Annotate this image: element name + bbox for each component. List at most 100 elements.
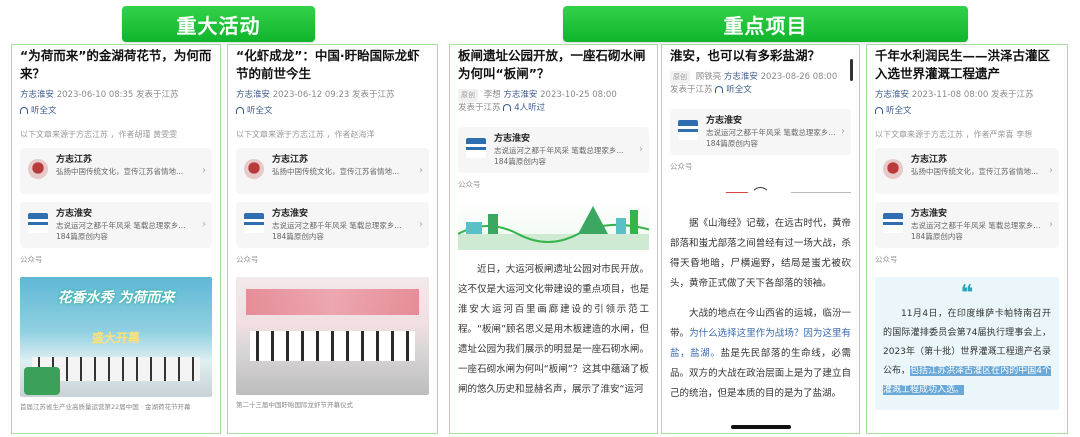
divider-line-left [726, 192, 748, 193]
source-note: 以下文章来源于方志江苏 ，作者胡瑾 黄雯雯 [20, 130, 178, 139]
article-title[interactable]: “为荷而来”的金湖荷花节，为何而来？ [20, 47, 212, 83]
lotus-festival-photo: 花香水秀 为荷而来 盛大开幕 [20, 277, 212, 397]
author-link[interactable]: 方志淮安 [20, 90, 54, 100]
huaian-logo-icon [28, 213, 48, 233]
headphones-icon [875, 107, 883, 114]
account-card-huaian[interactable]: 方志淮安 志说运河之都千年风采 笔载总理家乡... 184篇原创内容 › [875, 202, 1059, 248]
article-body-p1: 据《山海经》记载，在远古时代，黄帝部落和蚩尤部落之间曾经有过一场大战，杀得天昏地… [670, 218, 851, 289]
listen-label: 听全文 [886, 106, 912, 116]
account-card-jiangsu[interactable]: 方志江苏 弘扬中国传统文化，宣传江苏省情地... › [875, 148, 1059, 194]
account-card-huaian[interactable]: 方志淮安 志说运河之都千年风采 笔载总理家乡... 184篇原创内容 › [458, 127, 649, 173]
article-title[interactable]: 千年水利润民生——洪泽古灌区入选世界灌溉工程遗产 [875, 47, 1059, 83]
account-name: 方志淮安 [706, 116, 743, 126]
photo-sign-text: 盛大开幕 [91, 331, 140, 345]
photo-caption: 第二十三届中国盱眙国际龙虾节开幕仪式 [236, 401, 353, 409]
article-meta: 方志淮安 2023-06-12 09:23 发表于江苏 [236, 89, 429, 102]
gzh-label: 公众号 [236, 255, 259, 264]
chevron-right-icon: › [419, 165, 423, 176]
chevron-right-icon: › [419, 219, 423, 230]
account-count: 184篇原创内容 [494, 157, 546, 166]
listen-button[interactable]: 听全文 [715, 85, 752, 95]
account-name: 方志江苏 [272, 155, 309, 165]
headphones-icon [20, 107, 28, 114]
account-card-jiangsu[interactable]: 方志江苏 弘扬中国传统文化，宣传江苏省情地... › [236, 148, 429, 194]
account-desc: 志说运河之都千年风采 笔载总理家乡... [272, 221, 402, 230]
account-name: 方志淮安 [56, 209, 93, 219]
publish-date: 2023-10-25 08:00 [540, 90, 617, 100]
section-divider: ⌒ [670, 178, 851, 208]
author-link[interactable]: 方志淮安 [875, 90, 909, 100]
gzh-label: 公众号 [458, 180, 481, 189]
listen-label: 听全文 [247, 106, 273, 116]
quote-icon: ❝ [960, 281, 974, 306]
crayfish-festival-photo [236, 277, 429, 395]
photo-caption: 首届江苏省生产业高质量运营第22届中国 · 金湖荷花节开幕 [20, 403, 191, 411]
jiangsu-logo-icon [883, 159, 903, 179]
source-note: 以下文章来源于方志江苏 ，作者赵海洋 [236, 130, 375, 139]
author-link[interactable]: 方志淮安 [503, 90, 537, 100]
chevron-right-icon: › [1049, 219, 1053, 230]
account-desc: 志说运河之都千年风采 笔载总理家乡... [56, 221, 186, 230]
article-title[interactable]: “化虾成龙”：中国·盱眙国际龙虾节的前世今生 [236, 47, 429, 83]
account-desc: 弘扬中国传统文化，宣传江苏省情地... [56, 167, 184, 176]
publish-location: 发表于江苏 [670, 85, 713, 95]
account-name: 方志淮安 [272, 209, 309, 219]
author-link[interactable]: 方志淮安 [724, 72, 758, 82]
article-panel-2[interactable]: “化虾成龙”：中国·盱眙国际龙虾节的前世今生 方志淮安 2023-06-12 0… [227, 44, 438, 434]
publish-location: 发表于江苏 [991, 90, 1034, 100]
original-tag: 原创 [670, 71, 690, 84]
listen-button[interactable]: 听全文 [875, 105, 1059, 117]
headphones-icon [236, 107, 244, 114]
listen-button[interactable]: 4人听过 [503, 103, 545, 113]
article-panel-5[interactable]: 千年水利润民生——洪泽古灌区入选世界灌溉工程遗产 方志淮安 2023-11-08… [866, 44, 1068, 434]
account-name: 方志淮安 [494, 134, 531, 144]
gzh-label: 公众号 [670, 162, 693, 171]
gzh-label: 公众号 [20, 255, 43, 264]
body-text-tail: 盐湖。 [812, 388, 842, 399]
scrollbar-thumb[interactable] [850, 59, 853, 81]
jiangsu-logo-icon [244, 159, 264, 179]
article-meta: 方志淮安 2023-06-10 08:35 发表于江苏 [20, 89, 212, 102]
account-card-huaian[interactable]: 方志淮安 志说运河之都千年风采 笔载总理家乡... 184篇原创内容 › [236, 202, 429, 248]
officials-row [250, 331, 415, 361]
banner-major-events: 重大活动 [122, 6, 315, 42]
home-indicator[interactable] [730, 425, 791, 429]
chevron-right-icon: › [202, 165, 206, 176]
account-name: 方志江苏 [56, 155, 93, 165]
account-card-huaian[interactable]: 方志淮安 志说运河之都千年风采 笔载总理家乡... 184篇原创内容 › [20, 202, 212, 248]
publish-location: 发表于江苏 [352, 90, 395, 100]
gzh-label: 公众号 [875, 255, 898, 264]
author-link[interactable]: 方志淮安 [236, 90, 270, 100]
listen-label: 听全文 [31, 106, 57, 116]
landmark-skyline-icon [458, 206, 649, 250]
listen-label: 听全文 [726, 85, 752, 95]
writer-name: 顾铁亮 [695, 72, 722, 82]
publish-date: 2023-06-10 08:35 [56, 90, 134, 100]
listen-button[interactable]: 听全文 [236, 105, 429, 117]
account-card-huaian[interactable]: 方志淮安 志说运河之都千年风采 笔载总理家乡... 184篇原创内容 › [670, 109, 851, 155]
account-desc: 志说运河之都千年风采 笔载总理家乡... [706, 128, 836, 137]
article-body: 近日，大运河板闸遗址公园对市民开放。这不仅是大运河文化带建设的重点项目，也是淮安… [458, 264, 649, 395]
article-meta: 原创 李想 方志淮安 2023-10-25 08:00 发表于江苏 4人听过 [458, 89, 649, 115]
account-count: 184篇原创内容 [706, 139, 758, 148]
quote-block: ❝ 11月4日，在印度维萨卡帕特南召开的国际灌排委员会第74届执行理事会上，20… [875, 277, 1059, 410]
account-card-jiangsu[interactable]: 方志江苏 弘扬中国传统文化，宣传江苏省情地... › [20, 148, 212, 194]
headphones-icon [715, 86, 724, 93]
account-desc: 志说运河之都千年风采 笔载总理家乡... [494, 146, 624, 155]
photo-banner-text: 花香水秀 为荷而来 [57, 290, 175, 306]
original-tag: 原创 [458, 89, 478, 102]
listen-count: 4人听过 [514, 103, 546, 113]
article-title[interactable]: 淮安，也可以有多彩盐湖？ [670, 47, 851, 65]
banner-key-projects: 重点项目 [563, 6, 968, 42]
article-panel-1[interactable]: “为荷而来”的金湖荷花节，为何而来？ 方志淮安 2023-06-10 08:35… [11, 44, 221, 434]
listen-button[interactable]: 听全文 [20, 105, 212, 117]
account-count: 184篇原创内容 [272, 232, 324, 241]
article-panel-4[interactable]: 淮安，也可以有多彩盐湖？ 原创 顾铁亮 方志淮安 2023-08-26 08:0… [661, 44, 860, 434]
account-desc: 志说运河之都千年风采 笔载总理家乡... [911, 221, 1041, 230]
quote-text: 11月4日，在印度维萨卡帕特南召开的国际灌排委员会第74届执行理事会上，2023… [883, 305, 1051, 400]
huaian-logo-icon [883, 213, 903, 233]
account-desc: 弘扬中国传统文化，宣传江苏省情地... [911, 167, 1039, 176]
photo-decoration [24, 367, 60, 395]
article-panel-3[interactable]: 板闸遗址公园开放，一座石砌水闸为何叫“板闸”？ 原创 李想 方志淮安 2023-… [449, 44, 658, 434]
article-title[interactable]: 板闸遗址公园开放，一座石砌水闸为何叫“板闸”？ [458, 47, 649, 83]
